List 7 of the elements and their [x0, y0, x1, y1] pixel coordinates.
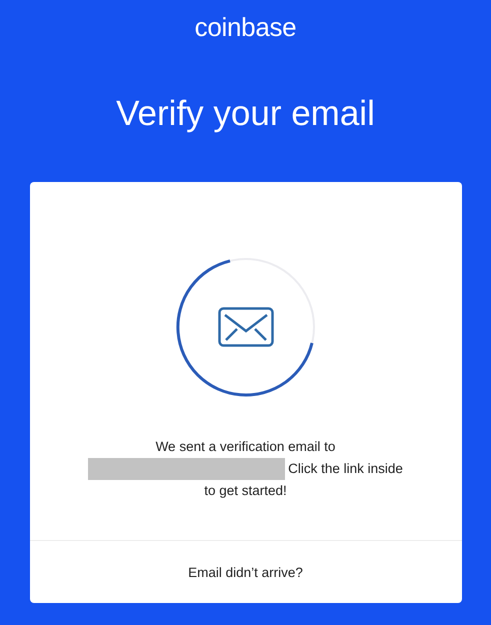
message-text: Click the link inside — [288, 460, 403, 478]
message-text: We sent a verification email to — [156, 438, 336, 456]
email-not-arrived-link[interactable]: Email didn’t arrive? — [188, 564, 303, 580]
logo: coinbase — [194, 12, 296, 42]
page-title: Verify your email — [116, 94, 375, 134]
message-text: to get started! — [204, 482, 287, 500]
envelope-icon — [218, 307, 274, 347]
